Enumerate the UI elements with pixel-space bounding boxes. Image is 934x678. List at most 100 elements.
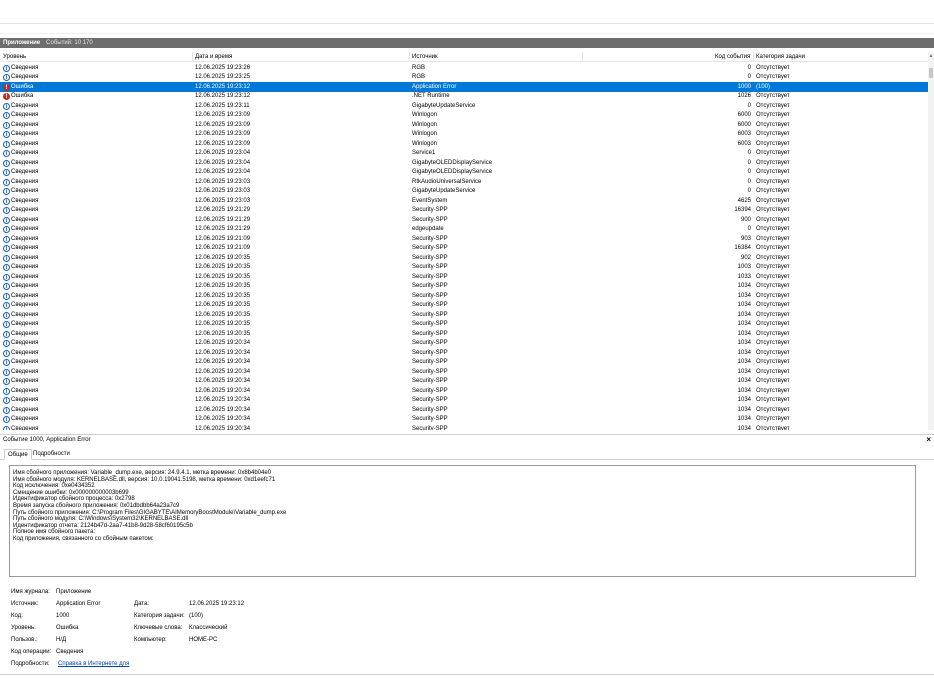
table-row[interactable]: i Сведения 12.06.2025 19:23:04 GigabyteOLED… (0, 158, 928, 168)
table-row[interactable]: i Сведения 12.06.2025 19:20:34 Security-SPP… (0, 405, 928, 415)
row-source: Security-SPP (412, 283, 448, 289)
row-event-id: 902 (740, 254, 751, 261)
table-row[interactable]: i Сведения 12.06.2025 19:20:34 Security-SPP… (0, 339, 928, 349)
row-event-id: 6000 (737, 121, 751, 128)
row-source: Security-SPP (412, 425, 448, 431)
info-icon: i (3, 292, 10, 300)
table-row[interactable]: i Сведения 12.06.2025 19:21:29 Security-SPP… (0, 215, 928, 225)
list-scrollbar[interactable] (928, 52, 934, 430)
column-header-source[interactable]: Источник (412, 54, 438, 60)
column-separator[interactable] (753, 52, 754, 62)
table-row[interactable]: i Сведения 12.06.2025 19:21:29 Security-SPP… (0, 206, 928, 216)
table-row[interactable]: i Сведения 12.06.2025 19:23:25 RGB 0 Отсутств… (0, 73, 928, 83)
row-level: Сведения (11, 178, 39, 185)
table-row[interactable]: i Сведения 12.06.2025 19:21:09 Security-SPP… (0, 244, 928, 254)
row-source: Security-SPP (412, 264, 448, 270)
row-level: Сведения (11, 140, 39, 147)
row-category: Отсутствует (756, 292, 790, 299)
online-help-link[interactable]: Справка в Интернете для (58, 661, 129, 667)
top-area (0, 0, 934, 23)
table-row[interactable]: i Сведения 12.06.2025 19:20:35 Security-SPP… (0, 301, 928, 311)
category-value: (100) (189, 613, 204, 619)
row-category: Отсутствует (756, 264, 790, 270)
table-row[interactable]: i Сведения 12.06.2025 19:20:35 Security-SPP… (0, 263, 928, 273)
table-row[interactable]: i Сведения 12.06.2025 19:21:29 edgeupdate 0 О… (0, 225, 928, 235)
column-separator[interactable] (409, 52, 410, 62)
table-row[interactable]: i Сведения 12.06.2025 19:20:34 Security-SPP… (0, 358, 928, 368)
table-row[interactable]: i Сведения 12.06.2025 19:20:35 Security-SPP… (0, 310, 928, 320)
tab-details[interactable]: Подробности (30, 449, 73, 460)
row-source: Winlogon (412, 121, 438, 128)
table-row[interactable]: i Сведения 12.06.2025 19:23:09 Winlogon 6000… (0, 111, 928, 121)
table-row[interactable]: i Сведения 12.06.2025 19:20:35 Security-SPP… (0, 253, 928, 263)
table-row[interactable]: i Сведения 12.06.2025 19:20:34 Security-SPP… (0, 415, 928, 425)
row-date: 12.06.2025 19:23:26 (195, 64, 251, 71)
column-separator[interactable] (192, 52, 193, 62)
table-row[interactable]: i Сведения 12.06.2025 19:23:04 Service1 0 Отс… (0, 149, 928, 159)
table-row[interactable]: i Сведения 12.06.2025 19:23:04 GigabyteOLED… (0, 168, 928, 178)
table-row[interactable]: i Сведения 12.06.2025 19:21:09 Security-SPP… (0, 234, 928, 244)
event-rows: i Сведения 12.06.2025 19:23:26 RGB 0 Отсутств… (0, 63, 928, 430)
column-header-date[interactable]: Дата и время (195, 54, 232, 60)
table-row[interactable]: i Сведения 12.06.2025 19:23:11 GigabyteUpda… (0, 101, 928, 111)
user-value: Н/Д (56, 637, 67, 643)
table-row[interactable]: i Сведения 12.06.2025 19:20:34 Security-SPP… (0, 386, 928, 396)
row-level: Сведения (11, 292, 39, 299)
table-row[interactable]: i Сведения 12.06.2025 19:23:03 RtkAudioUniv… (0, 177, 928, 187)
scroll-up-icon[interactable]: ▲ (928, 53, 934, 59)
row-category: Отсутствует (756, 178, 790, 185)
row-category: Отсутствует (756, 378, 790, 384)
table-row[interactable]: i Сведения 12.06.2025 19:20:35 Security-SPP… (0, 329, 928, 339)
column-separator[interactable] (582, 52, 583, 62)
table-row[interactable]: i Сведения 12.06.2025 19:20:34 Security-SPP… (0, 377, 928, 387)
row-date: 12.06.2025 19:23:04 (195, 150, 251, 156)
table-row[interactable]: i Сведения 12.06.2025 19:20:34 Security-SPP… (0, 348, 928, 358)
table-row[interactable]: i Сведения 12.06.2025 19:20:35 Security-SPP… (0, 320, 928, 330)
row-event-id: 0 (747, 159, 751, 166)
table-row[interactable]: i Сведения 12.06.2025 19:23:26 RGB 0 Отсутств… (0, 63, 928, 73)
row-date: 12.06.2025 19:23:09 (195, 131, 251, 137)
info-icon: i (3, 235, 10, 243)
row-source: Security-SPP (412, 359, 448, 365)
row-level: Сведения (11, 264, 39, 270)
info-icon: i (3, 169, 10, 176)
info-icon: i (3, 188, 10, 195)
table-row[interactable]: ! Ошибка 12.06.2025 19:23:12 .NET Runtime 10… (0, 92, 928, 102)
info-icon: i (3, 321, 10, 328)
row-category: Отсутствует (756, 159, 790, 166)
table-row[interactable]: i Сведения 12.06.2025 19:23:09 Winlogon 6003… (0, 139, 928, 149)
row-category: Отсутствует (756, 416, 790, 422)
table-row[interactable]: i Сведения 12.06.2025 19:20:35 Security-SPP… (0, 291, 928, 301)
row-category: Отсутствует (756, 359, 790, 365)
info-icon: i (3, 302, 10, 309)
scrollbar-thumb[interactable] (929, 68, 933, 78)
row-event-id: 0 (747, 64, 751, 71)
table-row[interactable]: ! Ошибка 12.06.2025 19:23:12 Application Er… (0, 82, 928, 92)
column-header-event-id[interactable]: Код события (715, 54, 750, 60)
row-event-id: 6000 (737, 112, 751, 118)
table-row[interactable]: i Сведения 12.06.2025 19:20:34 Security-SPP… (0, 396, 928, 406)
column-header-category[interactable]: Категория задачи (756, 54, 805, 60)
table-row[interactable]: i Сведения 12.06.2025 19:20:35 Security-SPP… (0, 282, 928, 292)
row-date: 12.06.2025 19:20:35 (195, 311, 251, 318)
row-level: Сведения (11, 121, 39, 128)
row-category: Отсутствует (756, 93, 790, 99)
tab-general[interactable]: Общие (4, 449, 32, 460)
row-category: Отсутствует (756, 368, 790, 375)
table-row[interactable]: i Сведения 12.06.2025 19:23:09 Winlogon 6003… (0, 130, 928, 140)
table-row[interactable]: i Сведения 12.06.2025 19:20:34 Security-SPP… (0, 424, 928, 430)
event-list[interactable]: Уровень Дата и время Источник Код событи… (0, 52, 934, 430)
column-header-level[interactable]: Уровень (3, 54, 26, 60)
row-source: GigabyteUpdateService (412, 188, 476, 194)
row-event-id: 0 (747, 226, 751, 232)
info-icon: i (3, 121, 10, 129)
row-date: 12.06.2025 19:20:34 (195, 340, 251, 346)
event-description[interactable]: Имя сбойного приложения: Variable_dump.e… (9, 465, 916, 577)
table-row[interactable]: i Сведения 12.06.2025 19:23:03 EventSystem 4… (0, 196, 928, 206)
table-row[interactable]: i Сведения 12.06.2025 19:23:09 Winlogon 6000… (0, 120, 928, 130)
table-row[interactable]: i Сведения 12.06.2025 19:20:34 Security-SPP… (0, 367, 928, 377)
table-row[interactable]: i Сведения 12.06.2025 19:23:03 GigabyteUpda… (0, 187, 928, 197)
table-row[interactable]: i Сведения 12.06.2025 19:20:35 Security-SPP… (0, 272, 928, 282)
close-icon[interactable]: × (926, 435, 931, 445)
row-date: 12.06.2025 19:23:25 (195, 74, 251, 80)
